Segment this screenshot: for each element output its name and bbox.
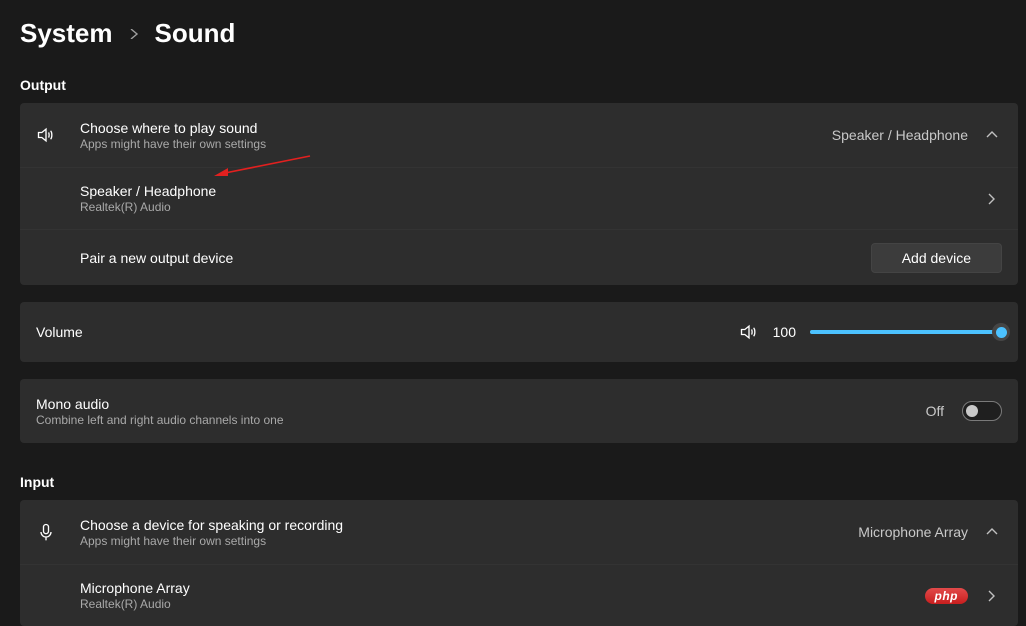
volume-row: Volume 100 [20,302,1018,362]
choose-input-value: Microphone Array [858,524,968,540]
input-section-label: Input [20,474,1018,490]
output-device-subtitle: Realtek(R) Audio [80,200,986,214]
php-badge: php [925,588,969,604]
add-device-button[interactable]: Add device [871,243,1002,273]
output-device-title: Speaker / Headphone [80,183,986,199]
volume-label: Volume [36,324,739,340]
choose-input-row[interactable]: Choose a device for speaking or recordin… [20,500,1018,564]
breadcrumb-current: Sound [155,18,236,49]
chevron-up-icon[interactable] [986,129,1002,141]
volume-slider[interactable] [810,330,1002,334]
choose-output-subtitle: Apps might have their own settings [80,137,832,151]
breadcrumb-parent[interactable]: System [20,18,113,49]
input-device-title: Microphone Array [80,580,925,596]
volume-slider-thumb[interactable] [992,323,1010,341]
output-choose-card: Choose where to play sound Apps might ha… [20,103,1018,285]
toggle-knob [966,405,978,417]
input-choose-card: Choose a device for speaking or recordin… [20,500,1018,626]
chevron-right-icon[interactable] [986,193,1002,205]
choose-output-row[interactable]: Choose where to play sound Apps might ha… [20,103,1018,167]
choose-input-title: Choose a device for speaking or recordin… [80,517,858,533]
pair-output-title: Pair a new output device [80,250,871,266]
mono-row: Mono audio Combine left and right audio … [20,379,1018,443]
choose-output-title: Choose where to play sound [80,120,832,136]
input-device-row[interactable]: Microphone Array Realtek(R) Audio php [20,564,1018,626]
volume-slider-fill [810,330,1002,334]
volume-card: Volume 100 [20,302,1018,362]
speaker-icon [36,125,80,145]
mono-toggle[interactable] [962,401,1002,421]
mono-card: Mono audio Combine left and right audio … [20,379,1018,443]
microphone-icon [36,522,80,542]
mono-state: Off [926,403,944,419]
output-device-row[interactable]: Speaker / Headphone Realtek(R) Audio [20,167,1018,229]
mono-subtitle: Combine left and right audio channels in… [36,413,926,427]
input-device-subtitle: Realtek(R) Audio [80,597,925,611]
choose-input-subtitle: Apps might have their own settings [80,534,858,548]
output-section-label: Output [20,77,1018,93]
volume-value: 100 [773,324,796,340]
pair-output-row: Pair a new output device Add device [20,229,1018,285]
choose-output-value: Speaker / Headphone [832,127,968,143]
mono-title: Mono audio [36,396,926,412]
chevron-up-icon[interactable] [986,526,1002,538]
chevron-right-icon [129,29,139,39]
volume-icon[interactable] [739,322,759,342]
breadcrumb: System Sound [20,18,1018,49]
